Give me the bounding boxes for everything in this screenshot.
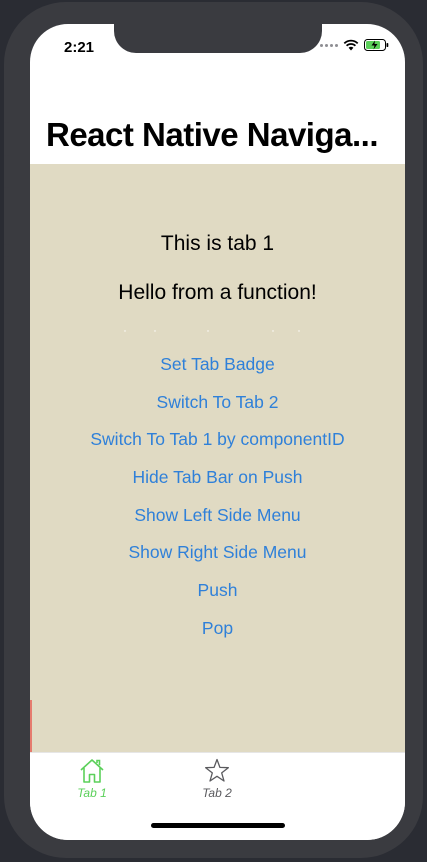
set-tab-badge-button[interactable]: Set Tab Badge <box>30 346 405 384</box>
tab-2-label: Tab 2 <box>202 786 232 800</box>
signal-dots-icon <box>320 43 338 47</box>
tab-2[interactable]: Tab 2 <box>187 757 247 800</box>
switch-to-tab-2-button[interactable]: Switch To Tab 2 <box>30 384 405 422</box>
push-button[interactable]: Push <box>30 572 405 610</box>
home-indicator[interactable] <box>151 823 285 828</box>
pop-button[interactable]: Pop <box>30 610 405 648</box>
screen: 2:21 React Native Naviga... This is tab … <box>30 24 405 840</box>
phone-frame: 2:21 React Native Naviga... This is tab … <box>4 2 423 858</box>
home-icon <box>62 757 122 785</box>
volume-up-button <box>4 187 9 245</box>
hide-tab-bar-on-push-button[interactable]: Hide Tab Bar on Push <box>30 459 405 497</box>
wifi-icon <box>343 39 359 51</box>
battery-charging-icon <box>364 39 389 51</box>
volume-down-button <box>4 256 9 314</box>
status-icons <box>320 38 389 52</box>
show-right-side-menu-button[interactable]: Show Right Side Menu <box>30 534 405 572</box>
switch-to-tab-1-by-componentid-button[interactable]: Switch To Tab 1 by componentID <box>30 421 405 459</box>
tab-1-label: Tab 1 <box>77 786 107 800</box>
tab-1[interactable]: Tab 1 <box>62 757 122 800</box>
edge-indicator <box>30 700 32 752</box>
divider <box>124 330 300 332</box>
function-greeting: Hello from a function! <box>118 281 317 304</box>
star-icon <box>187 757 247 785</box>
show-left-side-menu-button[interactable]: Show Left Side Menu <box>30 497 405 535</box>
notch <box>114 24 322 53</box>
tab-heading: This is tab 1 <box>160 232 275 255</box>
tab-content: This is tab 1 Hello from a function! Set… <box>30 164 405 752</box>
status-time: 2:21 <box>64 39 95 56</box>
action-button-list: Set Tab Badge Switch To Tab 2 Switch To … <box>30 346 405 648</box>
power-button <box>418 217 423 307</box>
page-title: React Native Naviga... <box>46 116 379 153</box>
mute-switch <box>4 122 9 156</box>
